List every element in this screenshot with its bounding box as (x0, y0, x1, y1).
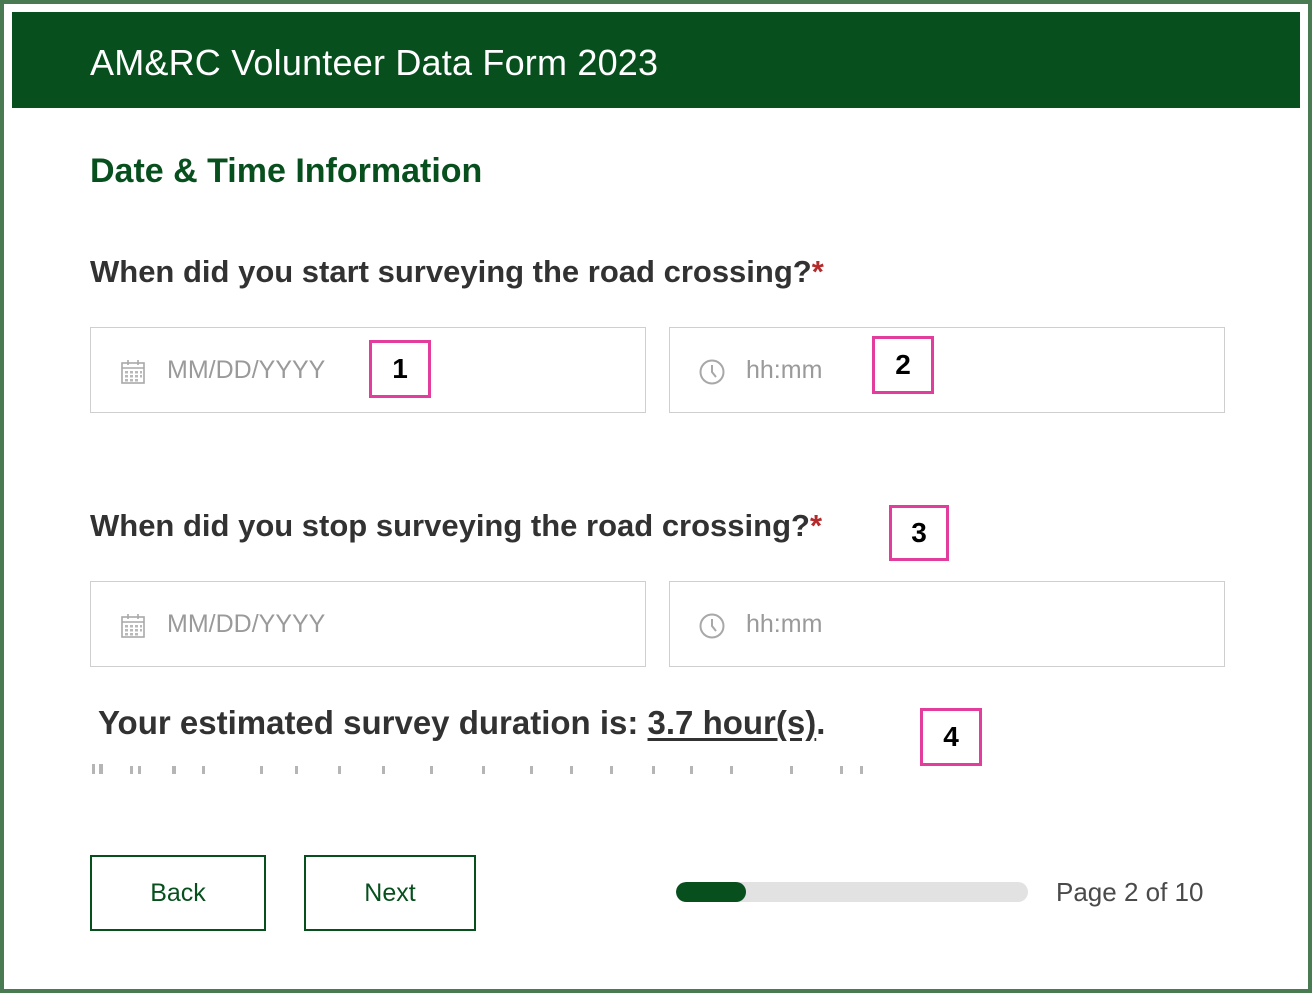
clock-icon (698, 358, 726, 386)
progress-bar (676, 882, 1028, 902)
duration-text: Your estimated survey duration is: 3.7 h… (98, 704, 825, 742)
clipped-helper-text (90, 760, 880, 776)
stop-time-field[interactable]: hh:mm (669, 581, 1225, 667)
annotation-marker-2: 2 (872, 336, 934, 394)
back-button[interactable]: Back (90, 855, 266, 931)
section-title: Date & Time Information (90, 152, 483, 190)
calendar-icon (119, 358, 147, 386)
duration-prefix: Your estimated survey duration is: (98, 704, 648, 741)
stop-date-field[interactable]: MM/DD/YYYY (90, 581, 646, 667)
duration-value: 3.7 hour(s) (647, 704, 817, 741)
stop-time-placeholder: hh:mm (746, 610, 823, 638)
next-button[interactable]: Next (304, 855, 476, 931)
form-header: AM&RC Volunteer Data Form 2023 (12, 12, 1300, 108)
start-time-field[interactable]: hh:mm (669, 327, 1225, 413)
required-asterisk: * (811, 254, 824, 289)
stop-question-label: When did you stop surveying the road cro… (90, 508, 822, 544)
annotation-marker-3: 3 (889, 505, 949, 561)
stop-question-text: When did you stop surveying the road cro… (90, 508, 810, 543)
calendar-icon (119, 612, 147, 640)
duration-suffix: . (816, 704, 826, 741)
start-time-placeholder: hh:mm (746, 356, 823, 384)
start-date-placeholder: MM/DD/YYYY (167, 356, 326, 384)
start-question-text: When did you start surveying the road cr… (90, 254, 812, 289)
stop-date-placeholder: MM/DD/YYYY (167, 610, 326, 638)
form-title: AM&RC Volunteer Data Form 2023 (90, 42, 659, 83)
required-asterisk: * (809, 508, 823, 543)
clock-icon (698, 612, 726, 640)
progress-bar-fill (676, 882, 747, 902)
annotation-marker-1: 1 (369, 340, 431, 398)
start-question-label: When did you start surveying the road cr… (90, 254, 824, 290)
form-body (12, 108, 1300, 983)
page-indicator: Page 2 of 10 (1056, 877, 1204, 907)
start-date-field[interactable]: MM/DD/YYYY (90, 327, 646, 413)
annotation-marker-4: 4 (920, 708, 982, 766)
